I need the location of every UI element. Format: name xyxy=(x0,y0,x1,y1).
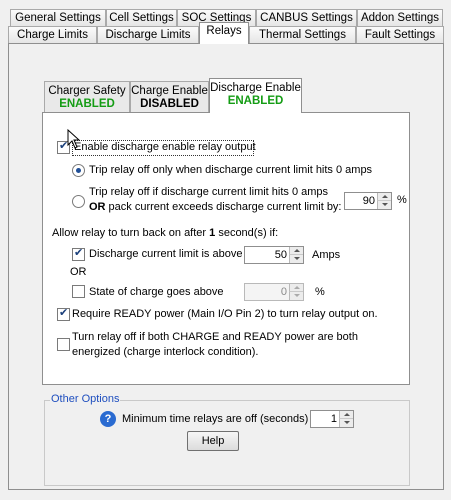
help-button[interactable]: Help xyxy=(187,431,239,451)
soc-above-unit: % xyxy=(315,286,325,298)
allow-back-text: Allow relay to turn back on after 1 seco… xyxy=(52,227,278,239)
trip-option1-label: Trip relay off only when discharge curre… xyxy=(89,164,373,176)
trip-option2-line1: Trip relay off if discharge current limi… xyxy=(89,186,329,198)
tab-general-settings[interactable]: General Settings xyxy=(10,9,106,27)
dcl-above-unit: Amps xyxy=(312,249,341,261)
turn-off-both-checkbox[interactable] xyxy=(57,338,70,351)
trip-option2-line2: pack current exceeds discharge current l… xyxy=(105,201,342,213)
trip-option2-radio[interactable] xyxy=(72,195,85,208)
soc-above-checkbox[interactable] xyxy=(72,285,85,298)
spinner-up-icon[interactable] xyxy=(289,284,303,292)
spinner-up-icon[interactable] xyxy=(377,193,391,201)
spinner-down-icon[interactable] xyxy=(289,292,303,300)
spinner-down-icon[interactable] xyxy=(377,201,391,209)
tab-fault-settings[interactable]: Fault Settings xyxy=(356,26,444,44)
inner-tab-title: Charge Enable xyxy=(131,85,208,97)
spinner-down-icon[interactable] xyxy=(289,255,303,263)
turn-off-both-line2: energized (charge interlock condition). xyxy=(72,346,259,358)
tab-thermal-settings[interactable]: Thermal Settings xyxy=(249,26,356,44)
inner-tab-charge-enable[interactable]: Charge Enable DISABLED xyxy=(130,81,209,112)
mouse-cursor-icon xyxy=(67,128,81,149)
tab-cell-settings[interactable]: Cell Settings xyxy=(106,9,177,27)
soc-above-label: State of charge goes above xyxy=(89,286,224,298)
dcl-above-spinner[interactable]: 50 xyxy=(244,246,304,264)
inner-tab-charger-safety[interactable]: Charger Safety ENABLED xyxy=(44,81,130,112)
exceed-percent-unit: % xyxy=(397,194,407,206)
inner-tab-status: ENABLED xyxy=(59,98,115,110)
dcl-above-checkbox[interactable] xyxy=(72,246,85,261)
inner-tab-discharge-enable[interactable]: Discharge Enable ENABLED xyxy=(209,78,302,113)
spinner-down-icon[interactable] xyxy=(339,419,353,427)
allow-back-prefix: Allow relay to turn back on after xyxy=(52,227,210,239)
min-time-value: 1 xyxy=(330,413,337,425)
soc-above-spinner[interactable]: 0 xyxy=(244,283,304,301)
tab-addon-settings[interactable]: Addon Settings xyxy=(357,9,443,27)
inner-tab-title: Discharge Enable xyxy=(210,82,301,94)
dcl-above-label: Discharge current limit is above xyxy=(89,248,243,260)
trip-option2-line2-wrap: OR pack current exceeds discharge curren… xyxy=(89,201,342,213)
dcl-above-value: 50 xyxy=(274,249,287,261)
allow-back-suffix: second(s) if: xyxy=(215,227,279,239)
other-options-title: Other Options xyxy=(50,393,121,405)
question-icon: ? xyxy=(100,411,116,427)
soc-above-value: 0 xyxy=(280,286,287,298)
turn-off-both-line1: Turn relay off if both CHARGE and READY … xyxy=(72,331,358,343)
require-ready-label: Require READY power (Main I/O Pin 2) to … xyxy=(72,308,378,320)
min-time-spinner[interactable]: 1 xyxy=(310,410,354,428)
min-time-label: Minimum time relays are off (seconds) xyxy=(122,413,309,425)
inner-tab-status: ENABLED xyxy=(227,95,284,107)
or-separator: OR xyxy=(70,266,87,278)
spinner-up-icon[interactable] xyxy=(339,411,353,419)
inner-tab-status: DISABLED xyxy=(140,98,199,110)
require-ready-checkbox[interactable] xyxy=(57,306,70,321)
trip-option1-radio[interactable] xyxy=(72,164,85,177)
tab-canbus-settings[interactable]: CANBUS Settings xyxy=(256,9,357,27)
exceed-percent-value: 90 xyxy=(362,195,375,207)
exceed-percent-spinner[interactable]: 90 xyxy=(344,192,392,210)
tab-relays[interactable]: Relays xyxy=(199,22,249,44)
or-label: OR xyxy=(89,201,106,213)
tab-discharge-limits[interactable]: Discharge Limits xyxy=(97,26,199,44)
enable-relay-label: Enable discharge enable relay output xyxy=(74,141,256,153)
inner-tab-title: Charger Safety xyxy=(48,85,126,97)
tab-charge-limits[interactable]: Charge Limits xyxy=(8,26,97,44)
spinner-up-icon[interactable] xyxy=(289,247,303,255)
